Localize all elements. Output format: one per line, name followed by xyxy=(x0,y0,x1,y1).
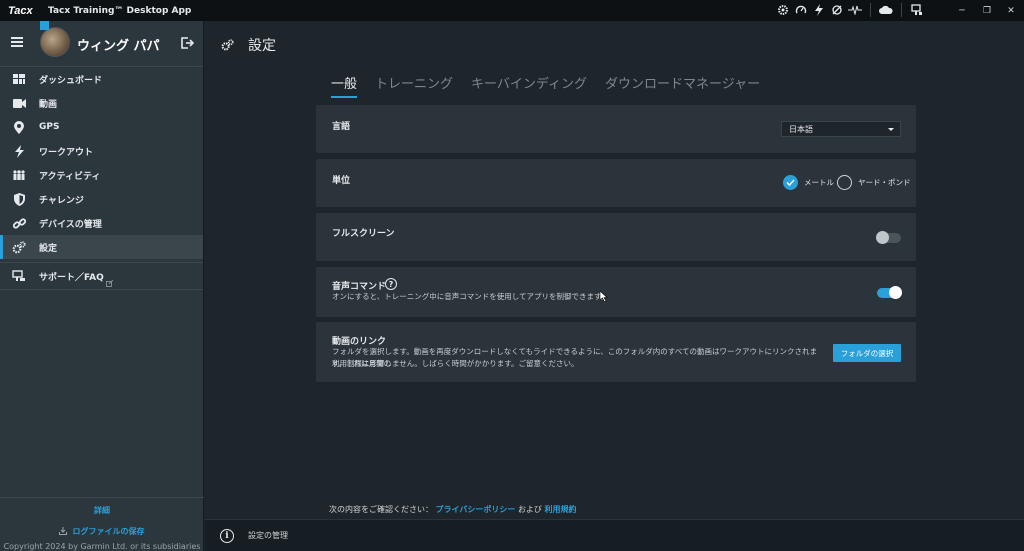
mouse-cursor-icon xyxy=(599,287,608,306)
select-folder-button[interactable]: フォルダの選択 xyxy=(833,344,901,362)
sidebar-item-label: ダッシュボード xyxy=(39,75,103,86)
voice-command-toggle[interactable] xyxy=(877,286,902,299)
logout-icon[interactable] xyxy=(180,35,195,49)
minimize-button[interactable]: ─ xyxy=(949,0,975,21)
radio-checked-icon[interactable] xyxy=(783,175,798,190)
profile-header: ウィング パパ xyxy=(0,21,203,67)
sidebar-item-label: 設定 xyxy=(39,243,58,254)
fullscreen-card: フルスクリーン xyxy=(316,213,916,261)
status-text: 設定の管理 xyxy=(248,531,288,540)
language-select[interactable]: 日本語 xyxy=(781,121,901,137)
shield-icon xyxy=(12,192,26,206)
cloud-icon[interactable] xyxy=(879,3,893,17)
unit-option-metric[interactable]: メートル xyxy=(783,175,834,190)
privacy-policy-link[interactable]: プライバシーポリシー xyxy=(436,505,516,514)
voice-command-description: オンにすると、トレーニング中に音声コマンドを使用してアプリを制御できます。 xyxy=(332,292,609,301)
title-bar: Tacx Tacx Training™ Desktop App ─ ❐ ✕ xyxy=(0,0,1024,21)
people-icon xyxy=(12,168,26,182)
radio-unchecked-icon[interactable] xyxy=(837,175,852,190)
profile-name[interactable]: ウィング パパ xyxy=(77,35,160,54)
sidebar-item-label: GPS xyxy=(39,122,60,132)
main-content: 設定 一般 トレーニング キーバインディング ダウンロードマネージャー 言語 日… xyxy=(205,21,1024,519)
settings-gear-icon[interactable] xyxy=(776,3,790,17)
sidebar-footer: 詳細 ログファイルの保存 Copyright 2024 by Garmin Lt… xyxy=(0,497,204,551)
sidebar-item-label: ワークアウト xyxy=(39,147,94,158)
sidebar-item-devices[interactable]: デバイスの管理 xyxy=(0,211,203,235)
units-card: 単位 メートル ヤード・ポンド xyxy=(316,159,916,207)
sidebar-item-label: デバイスの管理 xyxy=(39,219,102,230)
tab-general[interactable]: 一般 xyxy=(331,73,358,98)
app-title: Tacx Training™ Desktop App xyxy=(48,5,192,16)
save-log-link[interactable]: ログファイルの保存 xyxy=(73,527,145,536)
support-icon xyxy=(12,269,26,283)
video-icon xyxy=(12,96,26,110)
separator xyxy=(901,3,902,17)
tab-download-manager[interactable]: ダウンロードマネージャー xyxy=(605,73,760,98)
legal-notice: 次の内容をご確認ください： プライバシーポリシー および 利用規約 xyxy=(329,504,576,515)
legal-prefix: 次の内容をご確認ください： xyxy=(329,505,433,514)
gears-icon xyxy=(221,36,234,55)
legal-and: および xyxy=(517,505,542,514)
sidebar-item-label: アクティビティ xyxy=(39,171,101,182)
sidebar-nav: ダッシュボード 動画 GPS ワークアウト アクティビティ チャレンジ デバイス… xyxy=(0,67,203,259)
chevron-down-icon xyxy=(888,128,894,131)
avatar[interactable] xyxy=(40,27,70,57)
restore-button[interactable]: ❐ xyxy=(974,0,1000,21)
cadence-icon[interactable] xyxy=(830,3,844,17)
device-icon[interactable] xyxy=(910,3,924,17)
sidebar-item-video[interactable]: 動画 xyxy=(0,91,203,115)
status-icons xyxy=(776,3,924,17)
language-select-value: 日本語 xyxy=(789,124,813,134)
video-link-description-2: 利用制限に影響しません。しばらく時間がかかります。ご留意ください。 xyxy=(332,359,579,368)
page-title: 設定 xyxy=(248,38,276,54)
unit-option-imperial[interactable]: ヤード・ポンド xyxy=(837,175,911,190)
close-button[interactable]: ✕ xyxy=(998,0,1024,21)
help-icon[interactable]: ? xyxy=(385,278,397,290)
copyright: Copyright 2024 by Garmin Ltd. or its sub… xyxy=(3,542,201,551)
download-icon xyxy=(59,520,68,539)
sidebar-item-support[interactable]: サポート／FAQ xyxy=(0,263,203,289)
heartrate-icon[interactable] xyxy=(848,3,862,17)
gears-icon xyxy=(12,240,26,254)
fullscreen-toggle[interactable] xyxy=(876,231,901,244)
video-link-card: 動画のリンク フォルダを選択します。動画を再度ダウンロードしなくてもライドできる… xyxy=(316,322,916,382)
bolt-icon xyxy=(12,144,26,158)
unit-option-label: ヤード・ポンド xyxy=(858,178,911,187)
units-title: 単位 xyxy=(332,176,351,186)
status-bar: i 設定の管理 xyxy=(205,519,1024,551)
fullscreen-title: フルスクリーン xyxy=(332,229,395,239)
sidebar-item-challenge[interactable]: チャレンジ xyxy=(0,187,203,211)
tab-training[interactable]: トレーニング xyxy=(375,73,453,98)
speedometer-icon[interactable] xyxy=(794,3,808,17)
hamburger-menu-icon[interactable] xyxy=(11,37,23,49)
sidebar-item-workout[interactable]: ワークアウト xyxy=(0,139,203,163)
voice-command-card: 音声コマンド ? オンにすると、トレーニング中に音声コマンドを使用してアプリを制… xyxy=(316,267,916,317)
sidebar-item-activity[interactable]: アクティビティ xyxy=(0,163,203,187)
sidebar-item-gps[interactable]: GPS xyxy=(0,115,203,139)
app-logo: Tacx xyxy=(8,4,33,17)
separator xyxy=(870,3,871,17)
avatar-badge-icon xyxy=(40,21,49,30)
sidebar-item-label: チャレンジ xyxy=(39,195,84,206)
sidebar-item-label: 動画 xyxy=(39,99,58,110)
sidebar-item-settings[interactable]: 設定 xyxy=(0,235,203,259)
language-card: 言語 日本語 xyxy=(316,105,916,153)
link-icon xyxy=(12,216,26,230)
map-pin-icon xyxy=(12,120,26,134)
external-link-icon xyxy=(106,272,114,291)
sidebar: ウィング パパ ダッシュボード 動画 GPS ワークアウト アクティビティ チャ… xyxy=(0,21,204,551)
settings-tabs: 一般 トレーニング キーバインディング ダウンロードマネージャー xyxy=(331,73,778,98)
terms-of-use-link[interactable]: 利用規約 xyxy=(544,505,576,514)
sidebar-item-dashboard[interactable]: ダッシュボード xyxy=(0,67,203,91)
page-header: 設定 xyxy=(221,35,276,55)
power-bolt-icon[interactable] xyxy=(812,3,826,17)
language-title: 言語 xyxy=(332,122,351,132)
tab-keybindings[interactable]: キーバインディング xyxy=(471,73,587,98)
dashboard-icon xyxy=(12,72,26,86)
info-icon[interactable]: i xyxy=(220,528,234,543)
nav-divider xyxy=(0,289,203,290)
unit-option-label: メートル xyxy=(804,178,834,187)
details-link[interactable]: 詳細 xyxy=(0,505,204,516)
sidebar-item-label: サポート／FAQ xyxy=(39,272,104,283)
